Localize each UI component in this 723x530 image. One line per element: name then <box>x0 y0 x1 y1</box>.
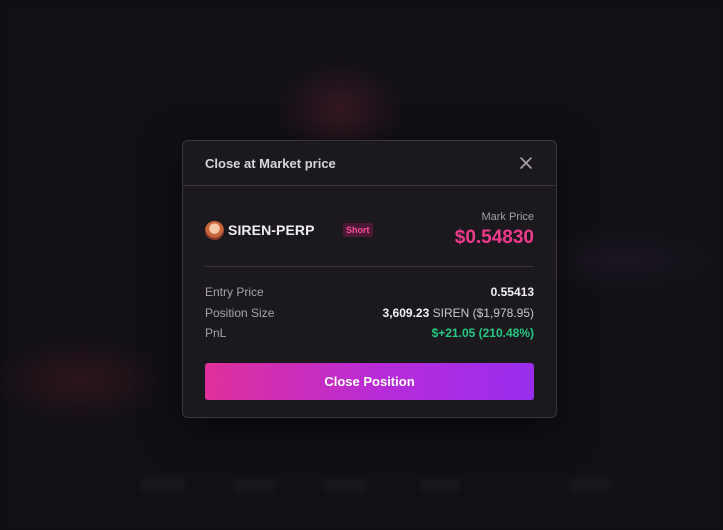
position-size-row: Position Size 3,609.23 SIREN ($1,978.95) <box>205 303 534 324</box>
pnl-label: PnL <box>205 326 227 341</box>
entry-price-label: Entry Price <box>205 285 264 300</box>
position-details: Entry Price 0.55413 Position Size 3,609.… <box>205 282 534 344</box>
pnl-value: $+21.05 (210.48%) <box>431 326 534 341</box>
close-position-button[interactable]: Close Position <box>205 363 534 400</box>
blurred-element <box>140 478 185 492</box>
close-icon[interactable] <box>518 155 534 171</box>
divider <box>205 266 534 267</box>
mark-price-label: Mark Price <box>481 211 534 223</box>
blurred-element <box>235 478 275 492</box>
blurred-element <box>420 478 460 492</box>
entry-price-value: 0.55413 <box>490 285 534 300</box>
modal-header: Close at Market price <box>183 141 556 186</box>
close-position-modal: Close at Market price SIREN-PERP Short M… <box>182 140 557 418</box>
position-size-amount: 3,609.23 <box>382 305 430 320</box>
token-avatar <box>205 221 224 240</box>
mark-price-value: $0.54830 <box>454 227 534 248</box>
entry-price-row: Entry Price 0.55413 <box>205 282 534 303</box>
position-size-value: 3,609.23 SIREN ($1,978.95) <box>383 306 534 320</box>
blurred-element <box>325 478 365 492</box>
modal-title: Close at Market price <box>205 155 336 171</box>
position-size-unit: SIREN ($1,978.95) <box>432 305 534 320</box>
market-summary: SIREN-PERP Short Mark Price $0.54830 <box>205 207 534 255</box>
side-badge: Short <box>343 223 373 237</box>
pnl-row: PnL $+21.05 (210.48%) <box>205 323 534 344</box>
blurred-element <box>570 478 610 492</box>
market-name: SIREN-PERP <box>228 222 315 238</box>
position-size-label: Position Size <box>205 305 275 320</box>
